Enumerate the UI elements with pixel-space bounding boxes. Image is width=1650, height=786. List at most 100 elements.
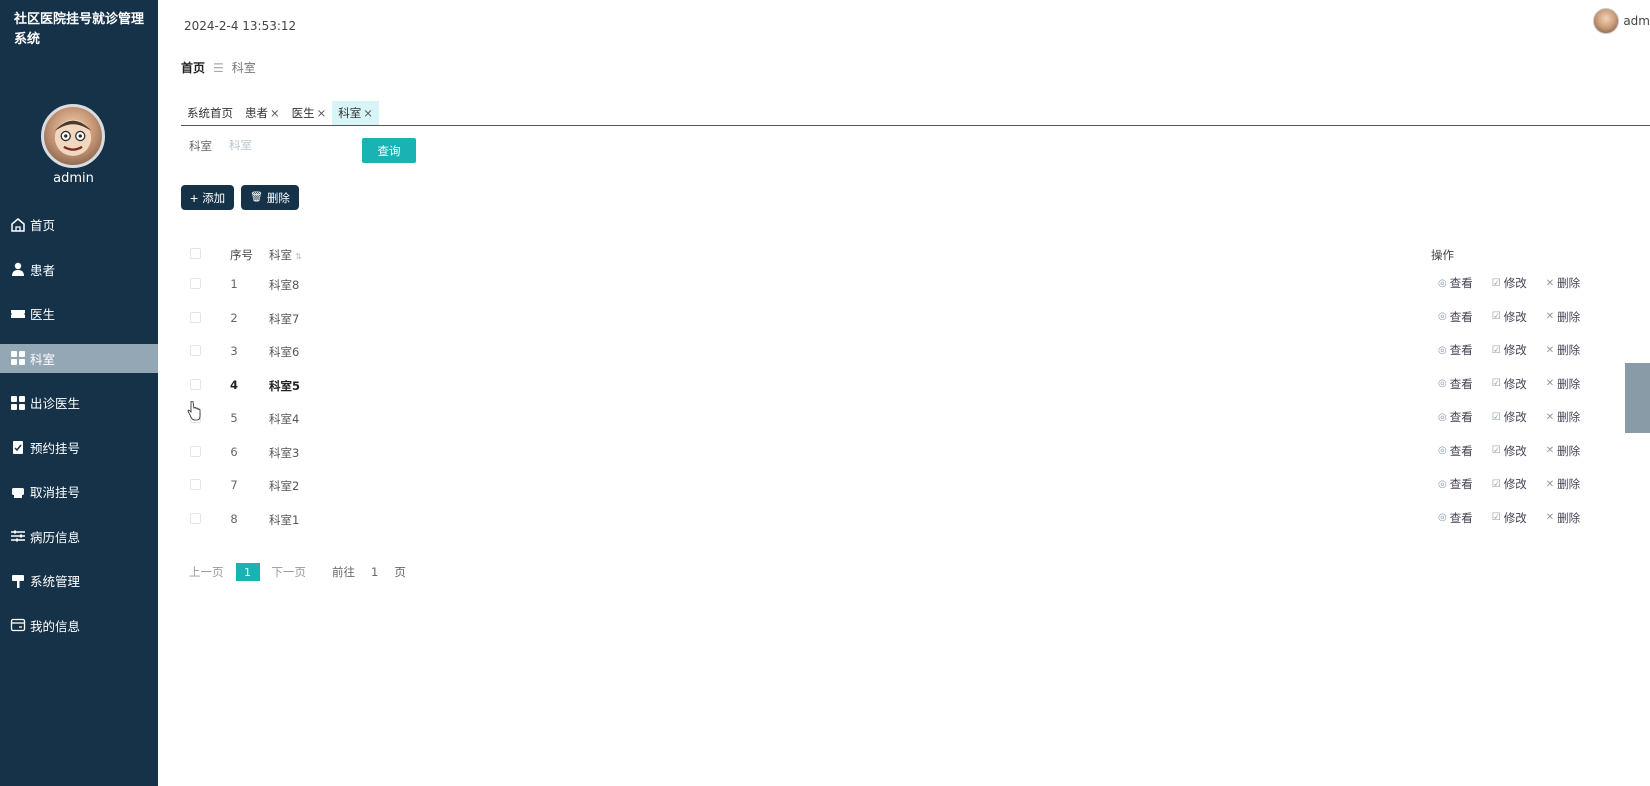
add-button[interactable]: + 添加 [181,185,235,210]
sidebar-item-label: 医生 [30,307,56,322]
sidebar-item-7[interactable]: 病历信息 [0,522,158,551]
table-row: 8 科室1 ◎ 查看 ☑ 修改 ✕ 删除 [181,503,1650,537]
sidebar-item-2[interactable]: 医生 [0,299,158,328]
sidebar-item-label: 病历信息 [30,529,81,545]
row-delete-button[interactable]: ✕ 删除 [1546,309,1580,325]
prev-page-button[interactable]: 上一页 [189,564,224,580]
card-icon [10,617,26,633]
sidebar-item-9[interactable]: 我的信息 [0,611,158,640]
sidebar-item-label: 出诊医生 [30,396,81,411]
close-icon[interactable]: × [363,106,373,120]
header-name[interactable]: 科室 ⇅ [269,247,302,263]
view-button[interactable]: ◎ 查看 [1438,510,1473,526]
row-delete-button[interactable]: ✕ 删除 [1546,342,1580,358]
edit-icon: ☑ [1491,311,1501,322]
view-button[interactable]: ◎ 查看 [1438,275,1473,291]
edit-label: 修改 [1503,443,1527,458]
header-name-label: 科室 [269,248,292,262]
edit-label: 修改 [1503,343,1527,357]
row-checkbox[interactable] [190,345,201,356]
view-button[interactable]: ◎ 查看 [1438,476,1473,492]
edit-label: 修改 [1503,410,1527,424]
goto-page-input[interactable]: 1 [371,565,378,579]
row-delete-button[interactable]: ✕ 删除 [1546,376,1580,392]
tab-2[interactable]: 医生 × [286,101,333,125]
row-index: 2 [230,310,238,325]
edit-button[interactable]: ☑ 修改 [1492,409,1527,425]
sidebar-item-3[interactable]: 科室 [0,343,158,373]
sidebar-item-0[interactable]: 首页 [0,210,158,239]
row-delete-button[interactable]: ✕ 删除 [1546,443,1580,459]
goto-label: 前往 [332,565,355,579]
view-button[interactable]: ◎ 查看 [1438,376,1473,392]
eye-icon: ◎ [1438,378,1447,389]
tab-0[interactable]: 系统首页 [181,101,239,125]
search-input[interactable] [229,140,359,152]
row-checkbox[interactable] [190,311,201,323]
close-icon: ✕ [1545,512,1555,523]
delete-label: 删除 [266,192,290,205]
row-delete-button[interactable]: ✕ 删除 [1546,476,1580,492]
row-name: 科室2 [269,479,300,493]
tab-3[interactable]: 科室 × [332,101,379,125]
edit-button[interactable]: ☑ 修改 [1492,342,1527,358]
view-button[interactable]: ◎ 查看 [1438,443,1473,459]
row-delete-button[interactable]: ✕ 删除 [1546,510,1580,526]
query-button[interactable]: 查询 [362,138,416,163]
row-checkbox[interactable] [190,278,201,289]
edit-button[interactable]: ☑ 修改 [1492,443,1527,459]
view-label: 查看 [1449,443,1473,458]
table-row: 3 科室6 ◎ 查看 ☑ 修改 ✕ 删除 [181,335,1650,369]
sidebar-item-8[interactable]: 系统管理 [0,566,158,595]
sidebar-item-6[interactable]: 取消挂号 [0,477,158,506]
page-unit-label: 页 [394,565,406,579]
row-delete-button[interactable]: ✕ 删除 [1546,275,1580,291]
row-checkbox[interactable] [190,512,201,524]
sidebar-item-label: 患者 [30,262,56,278]
close-icon: ✕ [1545,478,1555,490]
tab-1[interactable]: 患者 × [239,101,286,125]
view-button[interactable]: ◎ 查看 [1438,409,1473,425]
view-button[interactable]: ◎ 查看 [1438,309,1473,325]
avatar[interactable] [1593,8,1620,34]
delete-label: 删除 [1557,410,1581,424]
row-index: 8 [230,511,238,526]
edit-icon: ☑ [1491,344,1501,356]
search-bar: 科室 [189,138,359,154]
eye-icon: ◎ [1438,311,1447,322]
sidebar-item-label: 预约挂号 [30,440,81,456]
edit-button[interactable]: ☑ 修改 [1492,510,1527,526]
close-icon[interactable]: × [317,106,327,120]
sidebar-item-5[interactable]: 预约挂号 [0,433,158,462]
view-label: 查看 [1449,343,1473,357]
next-page-button[interactable]: 下一页 [272,564,307,580]
edit-button[interactable]: ☑ 修改 [1492,476,1527,492]
edit-icon: ☑ [1491,378,1501,389]
sidebar-item-4[interactable]: 出诊医生 [0,388,158,417]
table-header: 序号 科室 ⇅ 操作 [181,238,1650,268]
scrollbar-thumb[interactable] [1625,363,1650,433]
edit-button[interactable]: ☑ 修改 [1492,309,1527,325]
edit-button[interactable]: ☑ 修改 [1492,376,1527,392]
breadcrumb-home[interactable]: 首页 [181,59,205,76]
edit-button[interactable]: ☑ 修改 [1492,275,1527,291]
row-checkbox[interactable] [190,378,201,390]
row-checkbox[interactable] [190,479,201,490]
user-menu[interactable]: adm [1593,8,1650,34]
page-number-current[interactable]: 1 [235,563,260,581]
close-icon: ✕ [1545,411,1555,423]
row-checkbox[interactable] [190,445,201,457]
row-actions: ◎ 查看 ☑ 修改 ✕ 删除 [1438,309,1580,325]
select-all-checkbox[interactable] [190,248,201,259]
delete-button[interactable]: 🗑 删除 [241,185,299,210]
row-name: 科室7 [269,311,300,326]
sort-icon[interactable]: ⇅ [295,252,302,261]
close-icon[interactable]: × [270,106,280,120]
view-label: 查看 [1449,477,1473,491]
sidebar-item-1[interactable]: 患者 [0,255,158,284]
top-username[interactable]: adm [1623,14,1650,28]
view-button[interactable]: ◎ 查看 [1438,342,1473,358]
eye-icon: ◎ [1438,478,1447,490]
row-delete-button[interactable]: ✕ 删除 [1546,409,1580,425]
row-index: 6 [230,444,238,459]
